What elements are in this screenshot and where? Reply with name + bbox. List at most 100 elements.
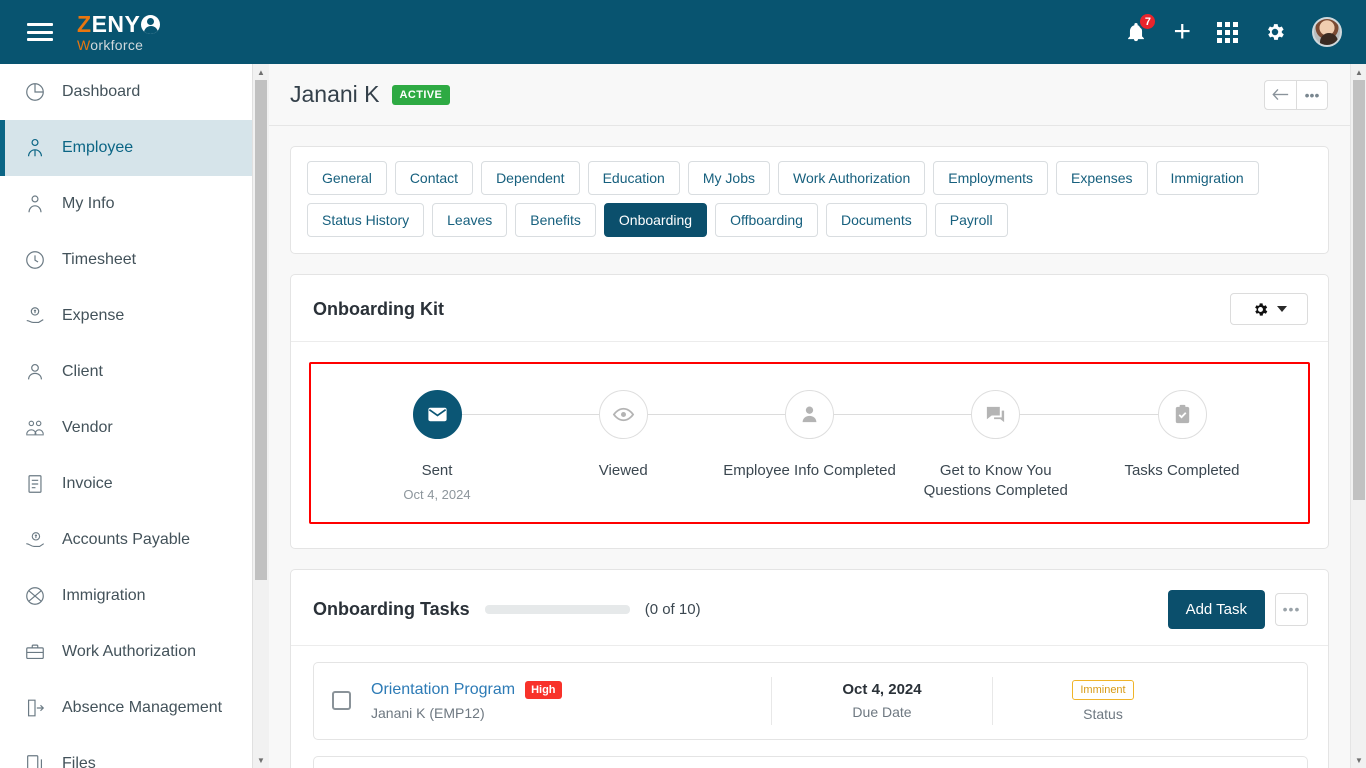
scroll-up-arrow-icon[interactable]: ▲ bbox=[1351, 64, 1366, 80]
sidebar-item-label: Accounts Payable bbox=[62, 531, 191, 548]
sidebar-item-label: Invoice bbox=[62, 475, 113, 492]
chevron-down-icon bbox=[1276, 306, 1287, 312]
tab-documents[interactable]: Documents bbox=[825, 203, 927, 237]
onboarding-step-tasks-completed[interactable]: Tasks Completed bbox=[1094, 390, 1270, 481]
sidebar-item-my-info[interactable]: My Info bbox=[0, 176, 252, 232]
onboarding-kit-header: Onboarding Kit bbox=[291, 275, 1328, 342]
tab-employments[interactable]: Employments bbox=[933, 161, 1049, 195]
logo-tagline-rest: orkforce bbox=[90, 36, 144, 53]
onboarding-tasks-actions: Add Task ••• bbox=[1167, 589, 1308, 629]
task-checkbox[interactable] bbox=[332, 691, 351, 710]
apps-grid-button[interactable] bbox=[1217, 21, 1238, 43]
back-button[interactable] bbox=[1264, 79, 1296, 110]
add-task-button[interactable]: Add Task bbox=[1167, 589, 1265, 629]
tab-payroll[interactable]: Payroll bbox=[934, 203, 1008, 237]
step-label: Sent bbox=[421, 462, 453, 479]
ellipsis-icon: ••• bbox=[1304, 86, 1320, 103]
sidebar-item-label: Files bbox=[62, 755, 96, 768]
sidebar-item-label: Work Authorization bbox=[62, 643, 196, 660]
tab-leaves[interactable]: Leaves bbox=[432, 203, 508, 237]
logo-person-mark-icon bbox=[141, 14, 161, 34]
step-connector bbox=[623, 414, 800, 415]
invoice-doc-icon bbox=[22, 471, 48, 497]
onboarding-step-employee-info-completed[interactable]: Employee Info Completed bbox=[722, 390, 986, 481]
tab-status-history[interactable]: Status History bbox=[307, 203, 425, 237]
tab-benefits[interactable]: Benefits bbox=[515, 203, 596, 237]
pie-chart-icon bbox=[22, 79, 48, 105]
sidebar-item-files[interactable]: Files bbox=[0, 736, 252, 768]
sidebar-scrollbar-thumb[interactable] bbox=[255, 80, 267, 580]
onboarding-kit-title: Onboarding Kit bbox=[313, 298, 444, 319]
step-label: Viewed bbox=[598, 462, 648, 479]
scroll-down-arrow-icon[interactable]: ▼ bbox=[253, 752, 269, 768]
sidebar-item-work-authorization[interactable]: Work Authorization bbox=[0, 624, 252, 680]
onboarding-step-viewed[interactable]: Viewed bbox=[535, 390, 800, 481]
sidebar-item-immigration[interactable]: Immigration bbox=[0, 568, 252, 624]
clock-icon bbox=[22, 247, 48, 273]
task-row[interactable]: Orientation Program High Janani K (EMP12) O… bbox=[313, 661, 1308, 740]
tab-expenses[interactable]: Expenses bbox=[1056, 161, 1148, 195]
sidebar-item-dashboard[interactable]: Dashboard bbox=[0, 64, 252, 120]
add-button[interactable]: + bbox=[1173, 17, 1191, 47]
step-label: Tasks Completed bbox=[1124, 462, 1240, 479]
task-status-label: Status bbox=[1083, 705, 1123, 722]
tab-dependent[interactable]: Dependent bbox=[481, 161, 580, 195]
sidebar-item-absence-management[interactable]: Absence Management bbox=[0, 680, 252, 736]
task-info: Orientation Program High Janani K (EMP12) bbox=[371, 680, 771, 721]
tab-education[interactable]: Education bbox=[587, 161, 680, 195]
task-assignee: Janani K (EMP12) bbox=[371, 704, 485, 721]
settings-button[interactable] bbox=[1264, 21, 1286, 43]
app-logo[interactable]: Z ENY Workforce bbox=[77, 12, 161, 53]
tab-contact[interactable]: Contact bbox=[394, 161, 474, 195]
main-scrollbar-thumb[interactable] bbox=[1353, 80, 1365, 500]
tasks-divider bbox=[291, 644, 1328, 646]
user-avatar[interactable] bbox=[1312, 17, 1342, 47]
onboarding-step-get-to-know-you-questions-completed[interactable]: Get to Know You Questions Completed bbox=[908, 390, 1172, 500]
notifications-button[interactable]: 7 bbox=[1125, 12, 1158, 43]
ellipsis-icon: ••• bbox=[1282, 601, 1301, 617]
sidebar-item-label: Dashboard bbox=[62, 83, 141, 100]
chat-icon bbox=[971, 390, 1021, 439]
sidebar-item-expense[interactable]: Expense bbox=[0, 288, 252, 344]
task-row-partial[interactable] bbox=[313, 755, 1308, 768]
tab-my-jobs[interactable]: My Jobs bbox=[687, 161, 770, 195]
tab-general[interactable]: General bbox=[307, 161, 387, 195]
sidebar-item-accounts-payable[interactable]: Accounts Payable bbox=[0, 512, 252, 568]
main-content-area: Janani K ACTIVE ••• General Contact Depend… bbox=[269, 64, 1350, 768]
sidebar-item-client[interactable]: Client bbox=[0, 344, 252, 400]
hamburger-menu-icon[interactable] bbox=[27, 23, 53, 41]
step-label: Employee Info Completed bbox=[723, 462, 896, 479]
task-status-column: Imminent Status bbox=[993, 679, 1213, 722]
sidebar-item-label: Expense bbox=[62, 307, 125, 324]
clipboard-check-icon bbox=[1157, 390, 1207, 439]
onboarding-stepper-wrap: Sent Oct 4, 2024 Viewed Employee Info Compl… bbox=[291, 342, 1328, 548]
sidebar-item-label: Vendor bbox=[62, 419, 113, 436]
onboarding-kit-settings-button[interactable] bbox=[1230, 293, 1308, 325]
sidebar-item-invoice[interactable]: Invoice bbox=[0, 456, 252, 512]
tab-immigration[interactable]: Immigration bbox=[1155, 161, 1259, 195]
sidebar-item-employee[interactable]: Employee bbox=[0, 120, 252, 176]
tasks-more-button[interactable]: ••• bbox=[1275, 592, 1308, 626]
employee-badge-icon bbox=[22, 135, 48, 161]
tab-offboarding[interactable]: Offboarding bbox=[715, 203, 818, 237]
onboarding-progress-stepper: Sent Oct 4, 2024 Viewed Employee Info Compl… bbox=[309, 362, 1310, 524]
page-more-button[interactable]: ••• bbox=[1296, 79, 1328, 110]
person-icon bbox=[22, 359, 48, 385]
scroll-up-arrow-icon[interactable]: ▲ bbox=[253, 64, 269, 80]
task-title-link[interactable]: Orientation Program bbox=[371, 681, 515, 699]
globe-icon bbox=[22, 583, 48, 609]
person-info-icon bbox=[22, 191, 48, 217]
sidebar-item-vendor[interactable]: Vendor bbox=[0, 400, 252, 456]
notification-count-badge: 7 bbox=[1138, 12, 1158, 31]
step-connector bbox=[809, 414, 986, 415]
top-navigation-bar: Z ENY Workforce 7 + bbox=[0, 0, 1366, 64]
onboarding-step-sent[interactable]: Sent Oct 4, 2024 bbox=[349, 390, 613, 502]
sidebar-item-label: Client bbox=[62, 363, 103, 380]
tab-onboarding[interactable]: Onboarding bbox=[603, 203, 708, 237]
sidebar-item-timesheet[interactable]: Timesheet bbox=[0, 232, 252, 288]
tab-work-authorization[interactable]: Work Authorization bbox=[777, 161, 926, 195]
scroll-down-arrow-icon[interactable]: ▼ bbox=[1351, 752, 1366, 768]
main-scrollbar[interactable]: ▲ ▼ bbox=[1350, 64, 1366, 768]
sidebar-scrollbar[interactable]: ▲ ▼ bbox=[252, 64, 268, 768]
page-title: Janani K bbox=[290, 81, 380, 107]
